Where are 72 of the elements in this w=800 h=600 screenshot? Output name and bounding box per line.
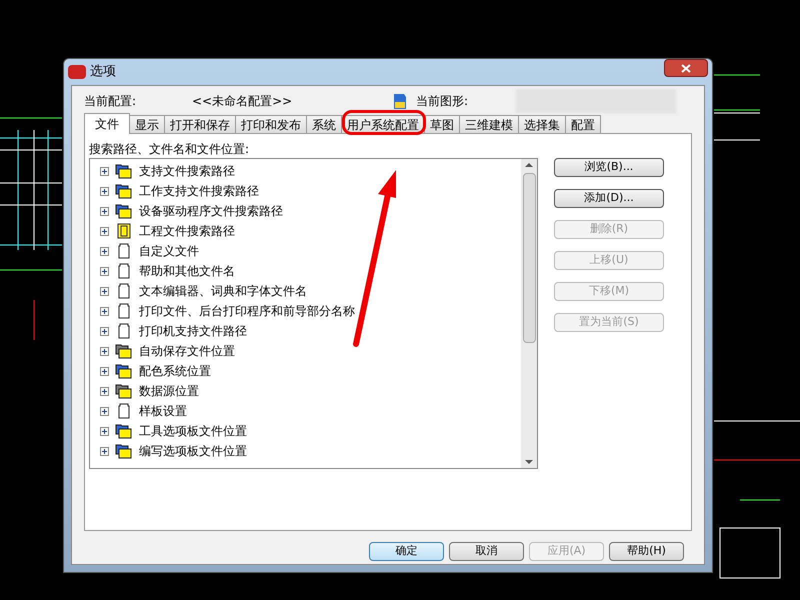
tree-item-label: 工具选项板文件位置: [139, 423, 247, 440]
tree-item-label: 编写选项板文件位置: [139, 443, 247, 460]
scrollbar[interactable]: [521, 159, 537, 468]
app-logo-icon: [68, 65, 86, 79]
current-profile-value: <<未命名配置>>: [192, 93, 294, 110]
tree-item-label: 样板设置: [139, 403, 187, 420]
tree-item-label: 工作支持文件搜索路径: [139, 183, 259, 200]
tree-item[interactable]: 文本编辑器、词典和字体文件名: [100, 281, 521, 301]
tree-item[interactable]: 配色系统位置: [100, 361, 521, 381]
tree-item-label: 配色系统位置: [139, 363, 211, 380]
tab[interactable]: 打印和发布: [235, 115, 307, 133]
tab[interactable]: 草图: [424, 115, 460, 133]
tree-item-label: 打印机支持文件路径: [139, 323, 247, 340]
scroll-down-icon: [525, 460, 533, 464]
tab[interactable]: 文件: [84, 113, 130, 134]
folders-icon: [115, 183, 133, 199]
folders-icon: [115, 203, 133, 219]
close-icon: [681, 64, 691, 72]
folders-icon: [115, 423, 133, 439]
tab[interactable]: 显示: [129, 115, 165, 133]
tree-label: 搜索路径、文件名和文件位置:: [89, 141, 250, 158]
tree-item-label: 支持文件搜索路径: [139, 163, 235, 180]
document-icon: [117, 243, 131, 259]
tab[interactable]: 选择集: [518, 115, 566, 133]
scroll-up-icon: [525, 163, 533, 167]
tree-item-label: 帮助和其他文件名: [139, 263, 235, 280]
tree-item[interactable]: 工具选项板文件位置: [100, 421, 521, 441]
drawing-file-icon: [392, 92, 408, 110]
scroll-thumb[interactable]: [522, 173, 536, 343]
tree-item[interactable]: 打印机支持文件路径: [100, 321, 521, 341]
tree-item[interactable]: 编写选项板文件位置: [100, 441, 521, 461]
dialog-button[interactable]: 取消: [449, 542, 524, 561]
tab[interactable]: 系统: [306, 115, 342, 133]
tree-item[interactable]: 工作支持文件搜索路径: [100, 181, 521, 201]
folders-icon: [115, 443, 133, 459]
tree-item[interactable]: 支持文件搜索路径: [100, 161, 521, 181]
side-button[interactable]: 浏览(B)...: [554, 158, 664, 177]
document-icon: [117, 403, 131, 419]
current-profile-label: 当前配置:: [84, 93, 138, 110]
tab[interactable]: 打开和保存: [164, 115, 236, 133]
book-icon: [117, 223, 131, 239]
tree-item-label: 数据源位置: [139, 383, 199, 400]
tree-item-label: 文本编辑器、词典和字体文件名: [139, 283, 307, 300]
tree-item[interactable]: 设备驱动程序文件搜索路径: [100, 201, 521, 221]
folders-icon: [115, 383, 133, 399]
tree-item[interactable]: 自定义文件: [100, 241, 521, 261]
document-icon: [117, 263, 131, 279]
folders-icon: [115, 163, 133, 179]
dialog-button[interactable]: 确定: [369, 542, 444, 561]
tree-item[interactable]: 帮助和其他文件名: [100, 261, 521, 281]
tree-item-label: 设备驱动程序文件搜索路径: [139, 203, 283, 220]
dialog-button[interactable]: 帮助(H): [609, 542, 684, 561]
document-icon: [117, 303, 131, 319]
close-button[interactable]: [664, 59, 708, 77]
tree-item-label: 工程文件搜索路径: [139, 223, 235, 240]
window-title: 选项: [90, 63, 116, 82]
tree-item[interactable]: 自动保存文件位置: [100, 341, 521, 361]
tree-item[interactable]: 数据源位置: [100, 381, 521, 401]
tree-item[interactable]: 打印文件、后台打印程序和前导部分名称: [100, 301, 521, 321]
folders-icon: [115, 343, 133, 359]
tree-item[interactable]: 工程文件搜索路径: [100, 221, 521, 241]
document-icon: [117, 323, 131, 339]
tab[interactable]: 配置: [565, 115, 601, 133]
current-drawing-label: 当前图形:: [416, 93, 470, 110]
side-button[interactable]: 添加(D)...: [554, 189, 664, 208]
folders-icon: [115, 363, 133, 379]
tab[interactable]: 三维建模: [459, 115, 519, 133]
document-icon: [117, 283, 131, 299]
tree-item-label: 自动保存文件位置: [139, 343, 235, 360]
tree-item-label: 自定义文件: [139, 243, 199, 260]
tree-item-label: 打印文件、后台打印程序和前导部分名称: [139, 303, 355, 320]
tree-item[interactable]: 样板设置: [100, 401, 521, 421]
